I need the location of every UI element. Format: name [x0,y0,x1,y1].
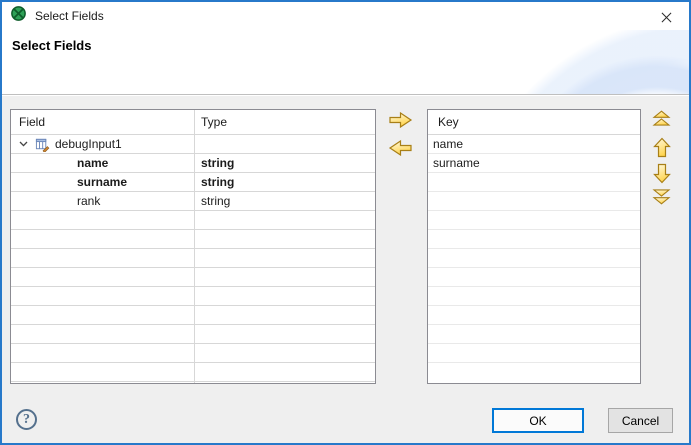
chevron-down-icon[interactable] [19,141,28,147]
move-up-button[interactable] [653,137,671,158]
yellow-arrow-down-icon [653,172,671,187]
key-table-header: Key [428,110,640,134]
move-down-button[interactable] [653,163,671,184]
empty-row [428,210,640,229]
fields-table[interactable]: Field Type [10,109,376,384]
yellow-arrow-right-icon [388,117,413,132]
record-row[interactable]: debugInput1 [11,134,375,153]
help-button[interactable]: ? [16,409,37,430]
column-divider [194,110,195,383]
double-chevron-up-icon [652,115,671,130]
empty-row [11,305,375,324]
field-row-rank[interactable]: rank string [11,191,375,210]
yellow-arrow-left-icon [388,145,413,160]
field-row-surname[interactable]: surname string [11,172,375,191]
empty-row [11,267,375,286]
empty-row [428,305,640,324]
empty-row [428,172,640,191]
column-header-type: Type [194,115,227,129]
record-name: debugInput1 [55,137,122,151]
fields-table-header: Field Type [11,110,375,134]
column-header-field: Field [11,115,194,129]
empty-row [428,343,640,362]
titlebar: Select Fields [2,2,689,30]
empty-row [428,362,640,381]
move-to-top-button[interactable] [652,110,671,127]
close-icon[interactable] [657,8,675,26]
dialog-body: Field Type [2,96,689,443]
empty-row [11,210,375,229]
field-row-name[interactable]: name string [11,153,375,172]
ok-button[interactable]: OK [492,408,584,433]
dialog-banner: Select Fields [2,30,689,95]
select-fields-dialog: Select Fields Select Fields Field Type [0,0,691,445]
question-mark-icon: ? [23,412,30,428]
empty-row [11,362,375,381]
remove-from-key-button[interactable] [388,139,413,157]
empty-row [11,248,375,267]
cancel-button[interactable]: Cancel [608,408,673,433]
empty-row [11,381,375,384]
empty-row [428,267,640,286]
empty-row [11,343,375,362]
empty-row [428,191,640,210]
empty-row [428,324,640,343]
key-row-name[interactable]: name [428,134,640,153]
yellow-arrow-up-icon [653,146,671,161]
empty-row [11,324,375,343]
double-chevron-down-icon [652,193,671,208]
empty-row [428,286,640,305]
window-title: Select Fields [35,9,104,23]
empty-row [11,229,375,248]
empty-row [11,286,375,305]
key-table[interactable]: Key name surname [427,109,641,384]
empty-row [428,229,640,248]
empty-row [428,248,640,267]
add-to-key-button[interactable] [388,111,413,129]
column-header-key: Key [428,115,459,129]
app-icon [10,5,27,27]
dialog-heading: Select Fields [12,38,91,53]
record-metadata-icon [35,137,50,152]
move-to-bottom-button[interactable] [652,188,671,205]
key-row-surname[interactable]: surname [428,153,640,172]
